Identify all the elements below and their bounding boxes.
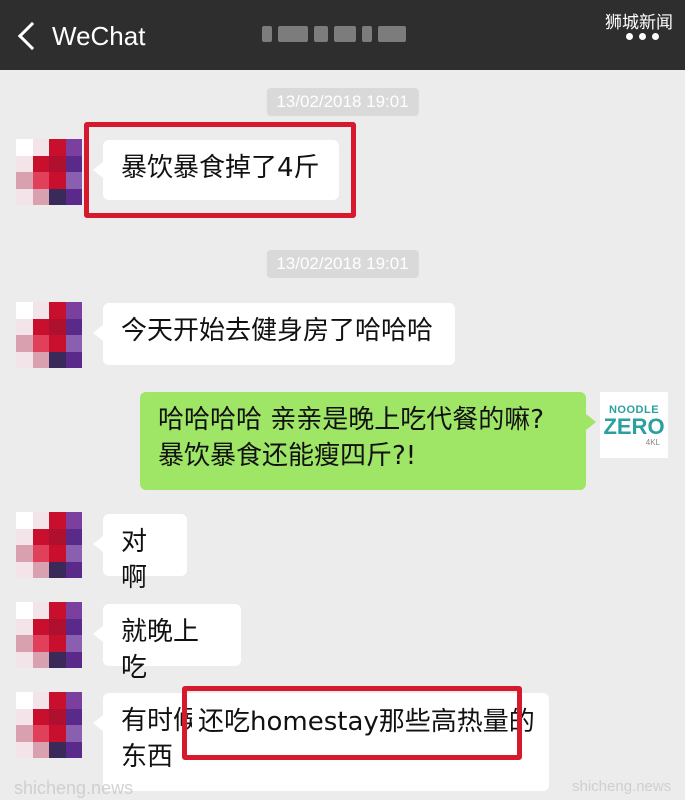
avatar[interactable] bbox=[16, 302, 82, 368]
message-text: 今天开始去健身房了哈哈哈 bbox=[121, 316, 434, 346]
watermark-logo-text: 狮城新闻 bbox=[605, 13, 673, 33]
avatar[interactable] bbox=[16, 692, 82, 758]
more-dots-icon[interactable] bbox=[626, 33, 659, 40]
avatar[interactable] bbox=[16, 602, 82, 668]
chevron-left-icon bbox=[17, 21, 47, 51]
message-timestamp: 13/02/2018 19:01 bbox=[266, 88, 419, 116]
top-navigation-bar: WeChat 狮城新闻 bbox=[0, 0, 685, 70]
message-text: 对啊 bbox=[121, 527, 148, 593]
sent-message-bubble[interactable]: 哈哈哈哈 亲亲是晚上吃代餐的嘛? 暴饮暴食还能瘦四斤?! bbox=[140, 392, 596, 490]
message-bubble[interactable]: 对啊 bbox=[93, 514, 187, 593]
watermark-text: shicheng.news bbox=[14, 778, 134, 798]
highlight-box bbox=[84, 122, 356, 218]
back-label: WeChat bbox=[52, 20, 146, 51]
contact-name-blurred bbox=[262, 24, 422, 44]
message-text-line: 哈哈哈哈 亲亲是晚上吃代餐的嘛? bbox=[158, 405, 545, 435]
avatar[interactable] bbox=[16, 139, 82, 205]
watermark-text: shicheng.news bbox=[572, 778, 672, 795]
message-text-line: 暴饮暴食还能瘦四斤?! bbox=[158, 441, 417, 471]
message-bubble[interactable]: 就晚上吃 bbox=[93, 604, 241, 683]
avatar[interactable] bbox=[16, 512, 82, 578]
message-bubble[interactable]: 今天开始去健身房了哈哈哈 bbox=[93, 303, 455, 365]
message-text: 就晚上吃 bbox=[121, 617, 200, 683]
highlight-box bbox=[182, 686, 522, 760]
back-button[interactable]: WeChat bbox=[14, 14, 145, 58]
message-timestamp: 13/02/2018 19:01 bbox=[266, 250, 419, 278]
noodle-zero-avatar[interactable]: NOODLE ZERO 4KL bbox=[600, 392, 668, 458]
brand-logo-line3: 4KL bbox=[645, 437, 660, 447]
brand-logo-line2: ZERO bbox=[603, 413, 665, 439]
